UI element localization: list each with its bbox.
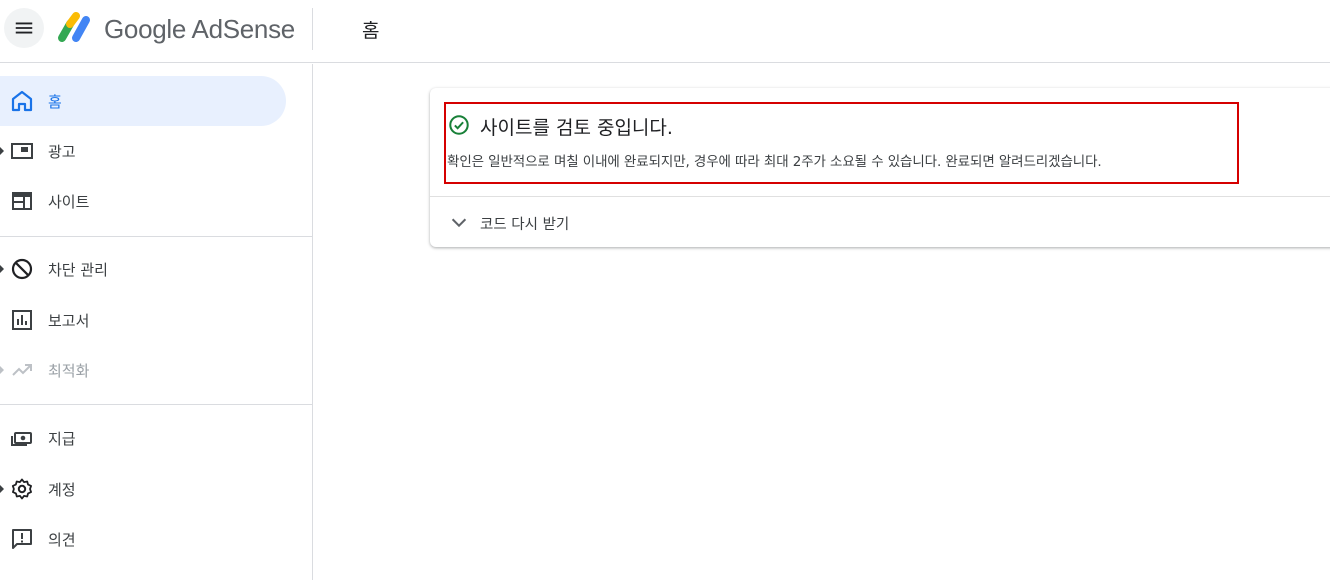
side-navigation: 홈 광고 사이트 차단 관리 보고서 최적화 지급 계정 의견 bbox=[0, 64, 313, 580]
top-app-bar: Google AdSense 홈 bbox=[0, 0, 1330, 63]
nav-label-reports: 보고서 bbox=[48, 312, 90, 330]
nav-item-feedback[interactable]: 의견 bbox=[0, 514, 286, 564]
nav-divider bbox=[0, 236, 312, 237]
nav-label-account: 계정 bbox=[48, 481, 76, 499]
nav-item-reports[interactable]: 보고서 bbox=[0, 295, 286, 345]
ads-icon bbox=[11, 143, 33, 159]
expand-caret-icon bbox=[0, 147, 4, 155]
nav-item-account[interactable]: 계정 bbox=[0, 464, 286, 514]
nav-item-payments[interactable]: 지급 bbox=[0, 413, 286, 463]
card-title: 사이트를 검토 중입니다. bbox=[480, 117, 673, 139]
nav-label-optimization: 최적화 bbox=[48, 362, 90, 380]
main-menu-button[interactable] bbox=[4, 8, 44, 48]
get-code-again-label: 코드 다시 받기 bbox=[480, 217, 570, 233]
card-description: 확인은 일반적으로 며칠 이내에 완료되지만, 경우에 따라 최대 2주가 소요… bbox=[447, 154, 1102, 170]
expand-caret-icon bbox=[0, 485, 4, 493]
nav-label-ads: 광고 bbox=[48, 143, 76, 161]
header-divider bbox=[312, 8, 313, 50]
get-code-again-expander[interactable]: 코드 다시 받기 bbox=[430, 197, 1330, 247]
feedback-icon bbox=[12, 529, 32, 549]
page-title: 홈 bbox=[362, 20, 380, 42]
product-logo-text[interactable]: Google AdSense bbox=[104, 14, 295, 45]
home-icon bbox=[11, 90, 33, 112]
settings-icon bbox=[11, 478, 32, 500]
nav-label-blocking: 차단 관리 bbox=[48, 261, 108, 279]
nav-label-home: 홈 bbox=[48, 93, 62, 111]
expand-caret-icon bbox=[0, 265, 4, 273]
site-review-card: 사이트를 검토 중입니다. 확인은 일반적으로 며칠 이내에 완료되지만, 경우… bbox=[430, 88, 1330, 247]
nav-item-optimization[interactable]: 최적화 bbox=[0, 345, 286, 395]
adsense-logo-icon[interactable] bbox=[56, 12, 92, 44]
expand-caret-icon bbox=[0, 366, 4, 374]
nav-item-blocking[interactable]: 차단 관리 bbox=[0, 244, 286, 294]
nav-item-ads[interactable]: 광고 bbox=[0, 126, 286, 176]
sites-icon bbox=[12, 192, 32, 210]
nav-item-home[interactable]: 홈 bbox=[0, 76, 286, 126]
nav-item-sites[interactable]: 사이트 bbox=[0, 176, 286, 226]
reports-icon bbox=[12, 310, 32, 330]
block-icon bbox=[11, 258, 33, 280]
payments-icon bbox=[11, 432, 32, 446]
nav-label-feedback: 의견 bbox=[48, 531, 76, 549]
hamburger-menu-icon bbox=[15, 22, 33, 34]
chevron-down-icon bbox=[451, 218, 467, 228]
trending-up-icon bbox=[12, 364, 32, 376]
nav-divider bbox=[0, 404, 312, 405]
nav-label-payments: 지급 bbox=[48, 430, 76, 448]
check-circle-icon bbox=[449, 115, 469, 135]
nav-label-sites: 사이트 bbox=[48, 193, 90, 211]
